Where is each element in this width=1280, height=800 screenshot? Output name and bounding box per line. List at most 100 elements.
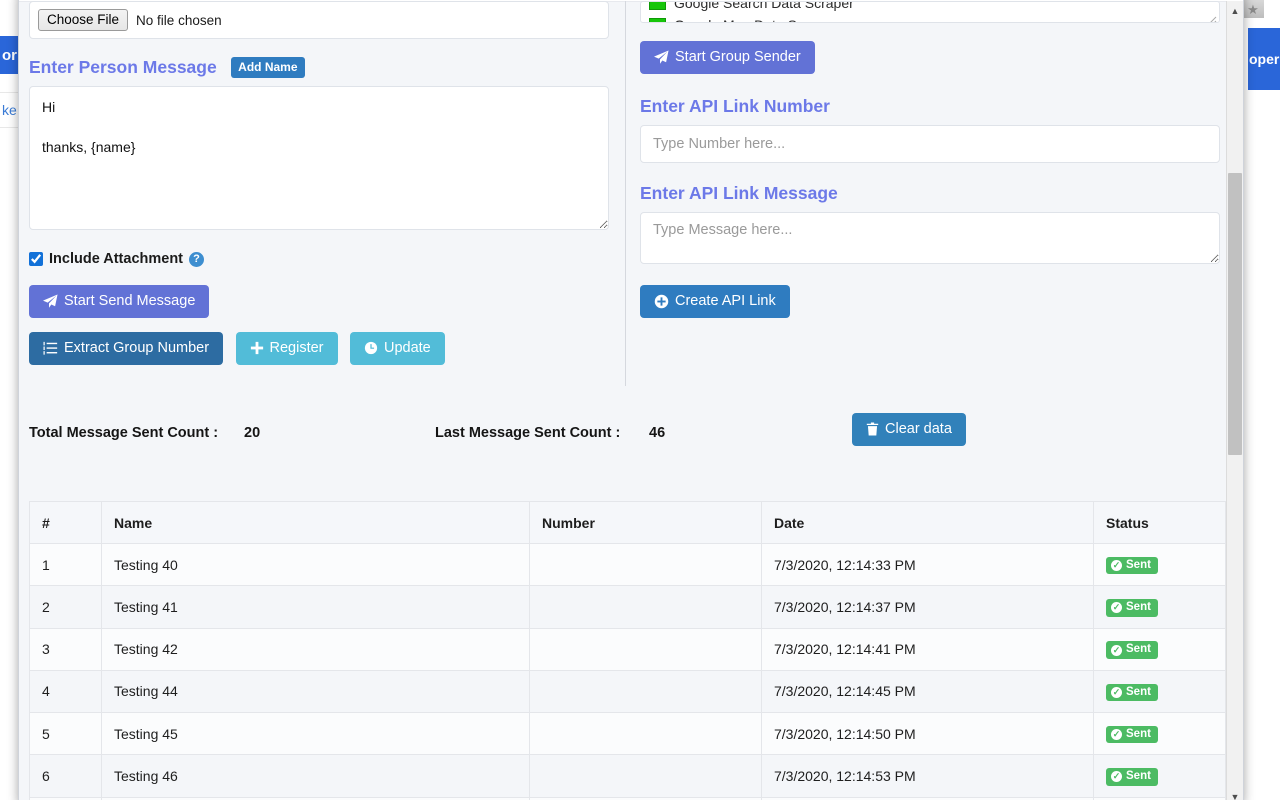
cell-number xyxy=(529,627,762,671)
table-row[interactable]: 6 Testing 46 7/3/2020, 12:14:53 PM ✓ Sent xyxy=(29,754,1226,798)
last-message-sent-value: 46 xyxy=(649,425,666,441)
person-message-textarea[interactable] xyxy=(29,86,609,230)
list-ol-icon xyxy=(43,341,58,355)
table-row[interactable]: 3 Testing 42 7/3/2020, 12:14:41 PM ✓ Sent xyxy=(29,627,1226,671)
scroll-down-arrow-icon[interactable]: ▼ xyxy=(1227,789,1243,800)
group-list-box[interactable]: Google Search Data Scraper Google Map Da… xyxy=(640,1,1220,23)
group-item-label: Google Search Data Scraper xyxy=(674,1,854,11)
group-color-swatch xyxy=(649,18,666,22)
file-upload-field[interactable]: Choose File No file chosen xyxy=(29,1,609,39)
cell-name: Testing 46 xyxy=(101,754,530,798)
status-badge-label: Sent xyxy=(1126,770,1151,782)
table-row[interactable]: 1 Testing 40 7/3/2020, 12:14:33 PM ✓ Sent xyxy=(29,542,1226,587)
clock-icon xyxy=(364,341,378,355)
register-label: Register xyxy=(269,340,324,356)
add-name-button[interactable]: Add Name xyxy=(231,57,305,78)
table-row[interactable]: 2 Testing 41 7/3/2020, 12:14:37 PM ✓ Sent xyxy=(29,585,1226,629)
background-right-strip: oper ★ xyxy=(1242,0,1280,800)
person-message-label: Enter Person Message xyxy=(29,57,217,77)
group-item-label: Google Map Data Scraper xyxy=(674,17,837,22)
create-api-link-row: Create API Link xyxy=(640,285,1224,318)
action-buttons-row: Extract Group Number Register Update xyxy=(29,332,626,365)
background-right-banner: oper xyxy=(1248,28,1280,90)
cell-index: 5 xyxy=(29,711,102,756)
include-attachment-label: Include Attachment xyxy=(49,251,184,267)
extract-group-number-button[interactable]: Extract Group Number xyxy=(29,332,224,365)
start-send-message-label: Start Send Message xyxy=(64,293,196,310)
cell-name: Testing 45 xyxy=(101,711,530,756)
status-badge-label: Sent xyxy=(1126,558,1151,571)
total-message-sent-label: Total Message Sent Count : xyxy=(29,425,219,441)
clear-data-button[interactable]: Clear data xyxy=(852,413,966,446)
cell-name: Testing 42 xyxy=(101,627,530,671)
column-header-status: Status xyxy=(1093,501,1226,544)
status-badge: ✓ Sent xyxy=(1106,683,1158,701)
paper-plane-icon xyxy=(654,50,669,65)
api-link-number-input[interactable] xyxy=(640,125,1220,163)
column-header-name: Name xyxy=(101,501,530,544)
include-attachment-row[interactable]: Include Attachment ? xyxy=(29,251,626,267)
cell-date: 7/3/2020, 12:14:50 PM xyxy=(761,711,1094,756)
status-badge-label: Sent xyxy=(1126,685,1151,698)
table-row[interactable]: 4 Testing 44 7/3/2020, 12:14:45 PM ✓ Sent xyxy=(29,669,1226,714)
cell-date: 7/3/2020, 12:14:37 PM xyxy=(761,585,1094,629)
cell-index: 4 xyxy=(29,669,102,714)
api-link-number-label: Enter API Link Number xyxy=(640,96,830,116)
choose-file-button[interactable]: Choose File xyxy=(38,8,129,32)
include-attachment-checkbox[interactable] xyxy=(29,252,43,266)
column-header-index: # xyxy=(29,501,102,544)
resize-grip-icon[interactable] xyxy=(1208,12,1217,22)
question-circle-icon[interactable]: ? xyxy=(189,251,205,267)
cell-status: ✓ Sent xyxy=(1093,542,1226,587)
start-group-sender-row: Start Group Sender xyxy=(640,41,1224,74)
cell-date: 7/3/2020, 12:14:41 PM xyxy=(761,627,1094,671)
check-circle-icon: ✓ xyxy=(1111,644,1122,656)
start-group-sender-button[interactable]: Start Group Sender xyxy=(640,41,815,74)
cell-index: 6 xyxy=(29,754,102,798)
status-badge: ✓ Sent xyxy=(1106,599,1158,617)
total-message-sent-value: 20 xyxy=(244,425,261,441)
trash-icon xyxy=(866,422,879,436)
api-link-message-textarea[interactable] xyxy=(640,212,1220,264)
person-message-label-row: Enter Person Message Add Name xyxy=(29,57,626,78)
plus-circle-icon xyxy=(654,294,669,309)
cell-status: ✓ Sent xyxy=(1093,627,1226,671)
api-link-number-label-row: Enter API Link Number xyxy=(640,96,1224,117)
table-row[interactable]: 5 Testing 45 7/3/2020, 12:14:50 PM ✓ Sent xyxy=(29,711,1226,756)
check-circle-icon: ✓ xyxy=(1111,560,1122,571)
cell-number xyxy=(529,542,762,587)
cell-status: ✓ Sent xyxy=(1093,754,1226,798)
update-button[interactable]: Update xyxy=(349,332,445,365)
messages-table-wrapper: # Name Number Date Status 1 Testing 40 7… xyxy=(29,501,1226,800)
scrollbar-thumb[interactable] xyxy=(1228,173,1242,455)
star-icon[interactable]: ★ xyxy=(1242,0,1264,18)
messages-table: # Name Number Date Status 1 Testing 40 7… xyxy=(29,501,1226,800)
popup-scrollbar[interactable]: ▲ ▼ xyxy=(1226,1,1243,800)
cell-index: 2 xyxy=(29,585,102,629)
check-circle-icon: ✓ xyxy=(1111,686,1122,698)
list-item[interactable]: Google Search Data Scraper xyxy=(641,1,1219,14)
cell-number xyxy=(529,669,762,714)
cell-index: 3 xyxy=(29,627,102,671)
register-button[interactable]: Register xyxy=(235,332,338,365)
start-group-sender-label: Start Group Sender xyxy=(675,49,801,66)
api-link-message-label-row: Enter API Link Message xyxy=(640,183,1224,204)
cell-date: 7/3/2020, 12:14:45 PM xyxy=(761,669,1094,714)
table-body: 1 Testing 40 7/3/2020, 12:14:33 PM ✓ Sent… xyxy=(29,542,1226,800)
counters-row: Total Message Sent Count : 20 Last Messa… xyxy=(29,413,1225,457)
cell-name: Testing 44 xyxy=(101,669,530,714)
create-api-link-button[interactable]: Create API Link xyxy=(640,285,790,318)
file-chosen-status: No file chosen xyxy=(136,12,222,28)
list-item[interactable]: Google Map Data Scraper xyxy=(641,14,1219,22)
check-circle-icon: ✓ xyxy=(1111,771,1122,783)
scroll-up-arrow-icon[interactable]: ▲ xyxy=(1227,3,1243,19)
start-send-message-button[interactable]: Start Send Message xyxy=(29,285,210,318)
status-badge-label: Sent xyxy=(1126,727,1151,740)
group-color-swatch xyxy=(649,2,666,10)
cell-number xyxy=(529,754,762,798)
extension-popup-window: Choose File No file chosen Enter Person … xyxy=(18,0,1244,800)
cell-index: 1 xyxy=(29,542,102,587)
table-header: # Name Number Date Status xyxy=(29,501,1226,544)
status-badge: ✓ Sent xyxy=(1106,641,1158,659)
cell-status: ✓ Sent xyxy=(1093,711,1226,756)
